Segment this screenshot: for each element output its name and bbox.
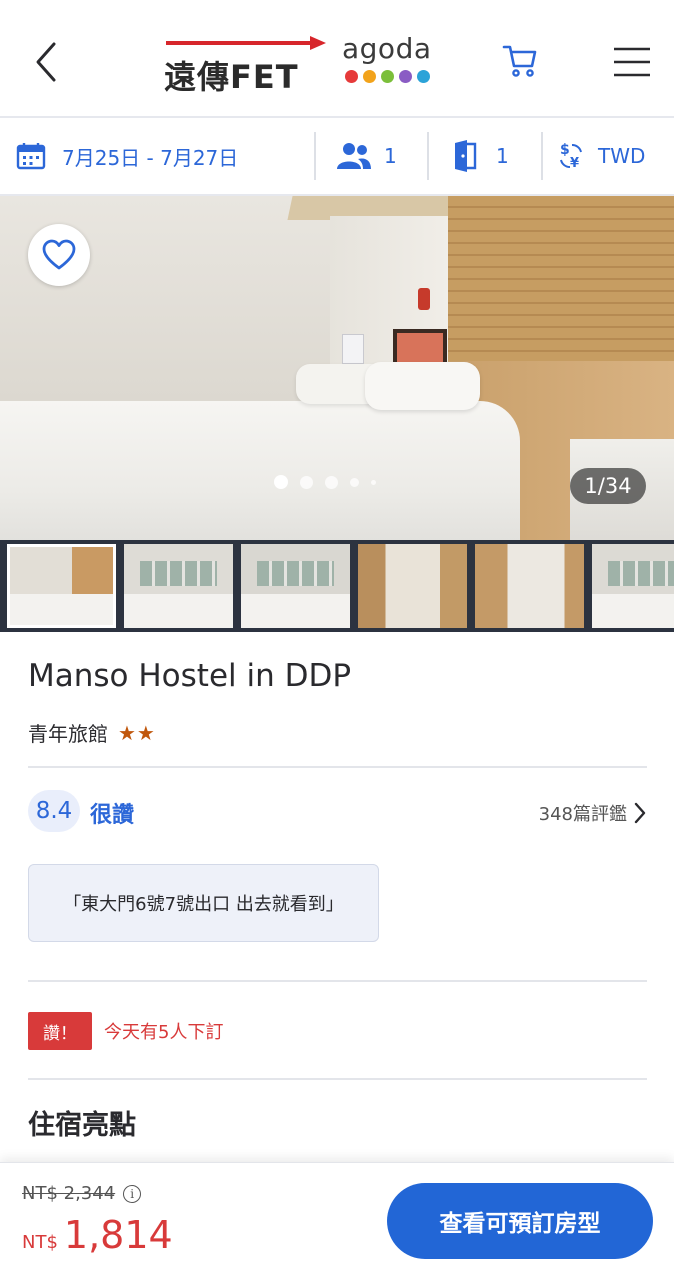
thumbnail[interactable] — [358, 544, 467, 628]
menu-button[interactable] — [612, 46, 652, 78]
divider — [541, 132, 543, 180]
top-header: 遠傳FET agoda — [0, 0, 674, 118]
review-score-label: 很讚 — [90, 803, 135, 828]
heart-icon — [42, 239, 76, 270]
rooms-selector[interactable]: 1 — [452, 118, 542, 194]
photo-blinds — [448, 196, 674, 361]
photo-shelf-item — [342, 334, 364, 364]
divider — [28, 766, 647, 768]
agoda-dot — [417, 70, 430, 83]
agoda-dot — [345, 70, 358, 83]
back-button[interactable] — [22, 38, 70, 86]
divider — [28, 1078, 647, 1080]
agoda-logo-text: agoda — [342, 32, 432, 65]
thumbnail-window — [608, 560, 674, 586]
fet-logo-text: 遠傳FET — [164, 58, 299, 96]
carousel-dot[interactable] — [350, 477, 359, 487]
photo-counter: 1/34 — [570, 468, 646, 504]
thumbnail[interactable] — [475, 544, 584, 628]
door-icon — [455, 140, 477, 172]
current-price: NT$ 1,814 — [22, 1213, 173, 1257]
dates-text: 7月25日 - 7月27日 — [62, 145, 239, 170]
agoda-logo: agoda — [342, 34, 442, 90]
carousel-dot[interactable] — [371, 479, 376, 485]
guests-selector[interactable]: 1 — [336, 118, 426, 194]
fet-logo: 遠傳FET — [160, 34, 332, 96]
rooms-count: 1 — [496, 144, 509, 168]
thumbnail[interactable] — [592, 544, 674, 628]
agoda-dot — [399, 70, 412, 83]
thumbnail[interactable] — [124, 544, 233, 628]
thumbnail-bed — [10, 593, 113, 625]
highlights-heading: 住宿亮點 — [28, 1110, 136, 1141]
agoda-logo-dots — [345, 70, 442, 83]
carousel-dot[interactable] — [300, 475, 313, 489]
urgency-message: 讚！ 今天有5人下訂 — [28, 1012, 223, 1050]
thumbnail-window — [140, 560, 217, 586]
rating-row[interactable]: 8.4 很讚 348篇評鑑 — [28, 790, 647, 834]
price-amount: 1,814 — [63, 1213, 173, 1257]
original-price-row: NT$ 2,344 i — [22, 1183, 142, 1204]
thumbnail[interactable] — [241, 544, 350, 628]
reviews-link[interactable]: 348篇評鑑 — [539, 800, 647, 826]
currency-exchange-icon: $ ¥ — [560, 142, 582, 171]
favorite-button[interactable] — [28, 224, 90, 286]
svg-text:$: $ — [560, 142, 570, 158]
hero-photo[interactable]: 1/34 — [0, 196, 674, 540]
agoda-dot — [363, 70, 376, 83]
urgency-text: 今天有5人下訂 — [104, 1022, 224, 1043]
carousel-dot[interactable] — [274, 475, 288, 489]
star-rating: ★★ — [118, 720, 156, 745]
cart-button[interactable] — [500, 40, 540, 80]
currency-text: TWD — [598, 144, 646, 168]
carousel-dots — [274, 475, 376, 489]
property-type-row: 青年旅館 ★★ — [28, 718, 156, 747]
search-summary-bar: 7月25日 - 7月27日 1 1 $ ¥ TWD — [0, 118, 674, 196]
view-rooms-button[interactable]: 查看可預訂房型 — [387, 1183, 653, 1259]
divider — [28, 980, 647, 982]
hamburger-menu-icon — [614, 47, 650, 77]
photo-pillow — [365, 362, 480, 410]
thumbnail-bed — [241, 594, 350, 628]
property-type: 青年旅館 — [28, 722, 108, 746]
svg-text:¥: ¥ — [570, 156, 579, 171]
divider — [314, 132, 316, 180]
carousel-dot[interactable] — [325, 475, 338, 489]
calendar-icon — [16, 143, 46, 170]
thumbnail-window — [257, 560, 334, 586]
reviews-count: 348篇評鑑 — [538, 804, 627, 825]
booking-bar: NT$ 2,344 i NT$ 1,814 查看可預訂房型 — [0, 1162, 674, 1280]
urgency-badge: 讚！ — [28, 1012, 92, 1050]
info-icon[interactable]: i — [123, 1184, 142, 1203]
review-quote: 「東大門6號7號出口 出去就看到」 — [28, 864, 379, 942]
fet-arrow-icon — [166, 36, 326, 50]
photo-bed — [0, 401, 520, 540]
thumbnail[interactable] — [7, 544, 116, 628]
hotel-name: Manso Hostel in DDP — [28, 658, 352, 694]
dates-selector[interactable]: 7月25日 - 7月27日 — [16, 118, 312, 194]
review-score: 8.4 — [28, 790, 80, 832]
thumbnail-bed — [592, 594, 674, 628]
guests-count: 1 — [384, 144, 397, 168]
shopping-cart-icon — [502, 45, 537, 77]
people-icon — [337, 143, 371, 169]
currency-selector[interactable]: $ ¥ TWD — [558, 118, 668, 194]
divider — [427, 132, 429, 180]
price-currency: NT$ — [22, 1232, 58, 1253]
photo-extinguisher — [418, 288, 430, 310]
original-price: NT$ 2,344 — [22, 1183, 116, 1204]
chevron-left-icon — [36, 42, 56, 82]
thumbnail-bed — [124, 594, 233, 628]
thumbnail-strip — [0, 540, 674, 632]
chevron-right-icon — [634, 802, 646, 824]
agoda-dot — [381, 70, 394, 83]
